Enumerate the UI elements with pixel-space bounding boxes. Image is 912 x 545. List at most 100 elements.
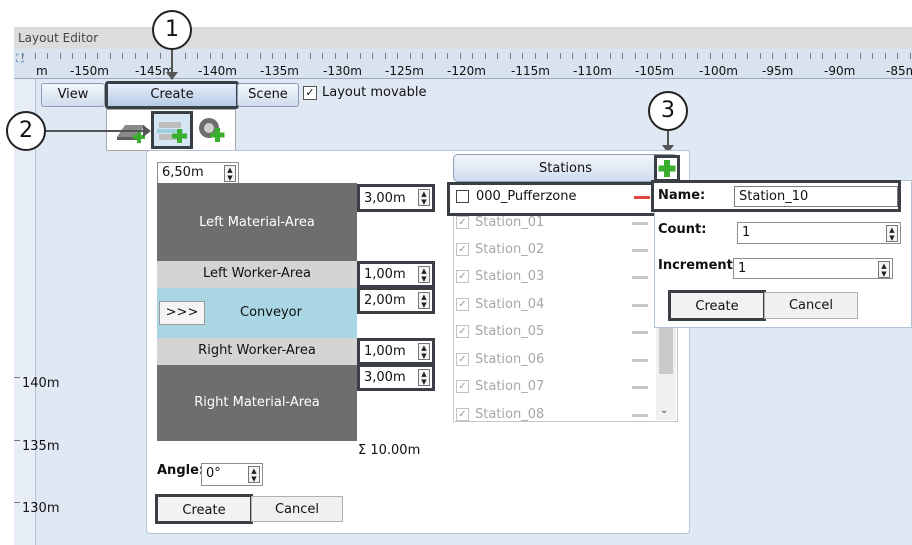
ruler-tick	[272, 53, 273, 59]
right-worker-width-spinner[interactable]: 1,00m ▲ ▼	[357, 338, 435, 365]
station-checkbox[interactable]: ✓	[456, 243, 469, 256]
station-item[interactable]: ✓ Station_05	[455, 319, 677, 346]
spinner-arrows-icon[interactable]: ▲ ▼	[248, 466, 260, 483]
remove-icon[interactable]	[632, 276, 648, 279]
left-worker-area: Left Worker-Area	[157, 261, 357, 288]
ruler-tick	[522, 53, 523, 59]
spinner-arrows-icon[interactable]: ▲ ▼	[418, 292, 430, 309]
create-section-button[interactable]: Create	[155, 494, 253, 524]
cancel-section-button[interactable]: Cancel	[251, 496, 343, 522]
ruler-tick	[647, 53, 648, 59]
ruler-tick	[159, 53, 161, 59]
ruler-tick	[834, 53, 836, 59]
spinner-arrows-icon[interactable]: ▲ ▼	[418, 369, 430, 386]
ruler-label: -140m	[198, 64, 237, 78]
remove-icon[interactable]	[634, 196, 650, 199]
right-worker-area: Right Worker-Area	[157, 338, 357, 365]
stations-header-button[interactable]: Stations	[453, 154, 678, 182]
ruler-tick	[22, 53, 23, 59]
total-width-spinner[interactable]: 6,50m ▲ ▼	[157, 162, 239, 184]
layout-movable-checkbox[interactable]: ✓	[303, 86, 317, 100]
ruler-label: -115m	[511, 64, 550, 78]
station-name: Station_06	[475, 352, 545, 367]
add-station-icon[interactable]	[151, 111, 193, 149]
station-checkbox[interactable]: ✓	[456, 353, 469, 366]
scene-button[interactable]: Scene	[237, 83, 299, 107]
ruler-label: -95m	[762, 64, 794, 78]
angle-spinner[interactable]: 0° ▲ ▼	[201, 463, 263, 486]
left-material-width-spinner[interactable]: 3,00m ▲ ▼	[357, 184, 435, 212]
spinner-arrows-icon[interactable]: ▲ ▼	[886, 225, 898, 242]
ruler-tick	[247, 53, 248, 59]
ruler-tick	[59, 53, 61, 59]
remove-icon[interactable]	[632, 222, 648, 225]
vertical-ruler-label: 140m	[22, 376, 60, 391]
station-name: Station_02	[475, 242, 545, 257]
name-label: Name:	[658, 188, 706, 203]
remove-icon[interactable]	[632, 359, 648, 362]
total-width-value: 6,50m	[162, 165, 204, 180]
station-item[interactable]: ✓ Station_08	[455, 402, 677, 421]
view-button[interactable]: View	[41, 83, 105, 107]
conveyor-direction-button[interactable]: >>>	[159, 301, 205, 325]
station-checkbox[interactable]: ✓	[456, 408, 469, 421]
ruler-tick	[572, 53, 573, 59]
station-name-input[interactable]: Station_10	[734, 186, 898, 207]
spinner-arrows-icon[interactable]: ▲ ▼	[418, 266, 430, 283]
station-name: Station_01	[475, 215, 545, 230]
station-checkbox[interactable]: ✓	[456, 298, 469, 311]
ruler-tick	[509, 53, 511, 59]
right-material-width-spinner[interactable]: 3,00m ▲ ▼	[357, 364, 435, 391]
increment-spinner[interactable]: 1 ▲ ▼	[733, 258, 893, 279]
add-robot-icon[interactable]	[196, 114, 230, 146]
create-tab-button[interactable]: Create	[105, 81, 239, 109]
station-item[interactable]: ✓ Station_07	[455, 374, 677, 401]
station-item[interactable]: ✓ Station_02	[455, 237, 677, 264]
remove-icon[interactable]	[632, 386, 648, 389]
ruler-tick	[422, 53, 423, 59]
station-checkbox[interactable]	[456, 190, 469, 203]
spinner-arrows-icon[interactable]: ▲ ▼	[418, 189, 430, 206]
ruler-tick	[597, 53, 598, 59]
station-checkbox[interactable]: ✓	[456, 380, 469, 393]
remove-icon[interactable]	[632, 304, 648, 307]
ruler-tick	[197, 53, 198, 59]
ruler-tick	[822, 53, 823, 59]
remove-icon[interactable]	[632, 414, 648, 417]
ruler-tick	[884, 53, 886, 59]
spinner-arrows-icon[interactable]: ▲ ▼	[224, 165, 236, 182]
station-item[interactable]: ✓ Station_06	[455, 347, 677, 374]
ruler-tick	[97, 53, 98, 59]
station-checkbox[interactable]: ✓	[456, 270, 469, 283]
spinner-arrows-icon[interactable]: ▲ ▼	[418, 343, 430, 360]
station-checkbox[interactable]: ✓	[456, 216, 469, 229]
remove-icon[interactable]	[632, 331, 648, 334]
left-worker-width-spinner[interactable]: 1,00m ▲ ▼	[357, 261, 435, 288]
station-item[interactable]: ✓ Station_03	[455, 264, 677, 291]
cancel-station-button[interactable]: Cancel	[764, 292, 858, 319]
callout-3: 3	[648, 91, 688, 131]
spinner-arrows-icon[interactable]: ▲ ▼	[878, 261, 890, 278]
ruler-tick	[72, 53, 73, 59]
width-sum: Σ 10.00m	[358, 443, 421, 458]
callout-1: 1	[152, 10, 192, 50]
ruler-tick	[122, 53, 123, 59]
ruler-tick	[734, 53, 736, 59]
station-name: Station_05	[475, 324, 545, 339]
add-station-button[interactable]	[654, 155, 680, 182]
ruler-tick	[409, 53, 411, 59]
left-material-area: Left Material-Area	[157, 183, 357, 261]
station-checkbox[interactable]: ✓	[456, 325, 469, 338]
station-item[interactable]: ✓ Station_04	[455, 292, 677, 319]
create-station-button[interactable]: Create	[668, 290, 766, 321]
count-spinner[interactable]: 1 ▲ ▼	[737, 222, 901, 244]
callout-2-pointer	[46, 130, 144, 132]
right-worker-width-value: 1,00m	[364, 344, 406, 359]
station-item[interactable]: ✓ Station_01	[455, 210, 677, 237]
ruler-tick	[259, 53, 261, 59]
station-name: 000_Pufferzone	[476, 189, 577, 204]
remove-icon[interactable]	[632, 249, 648, 252]
ruler-tick	[84, 53, 86, 59]
increment-value: 1	[738, 261, 747, 276]
conveyor-width-spinner[interactable]: 2,00m ▲ ▼	[357, 287, 435, 314]
